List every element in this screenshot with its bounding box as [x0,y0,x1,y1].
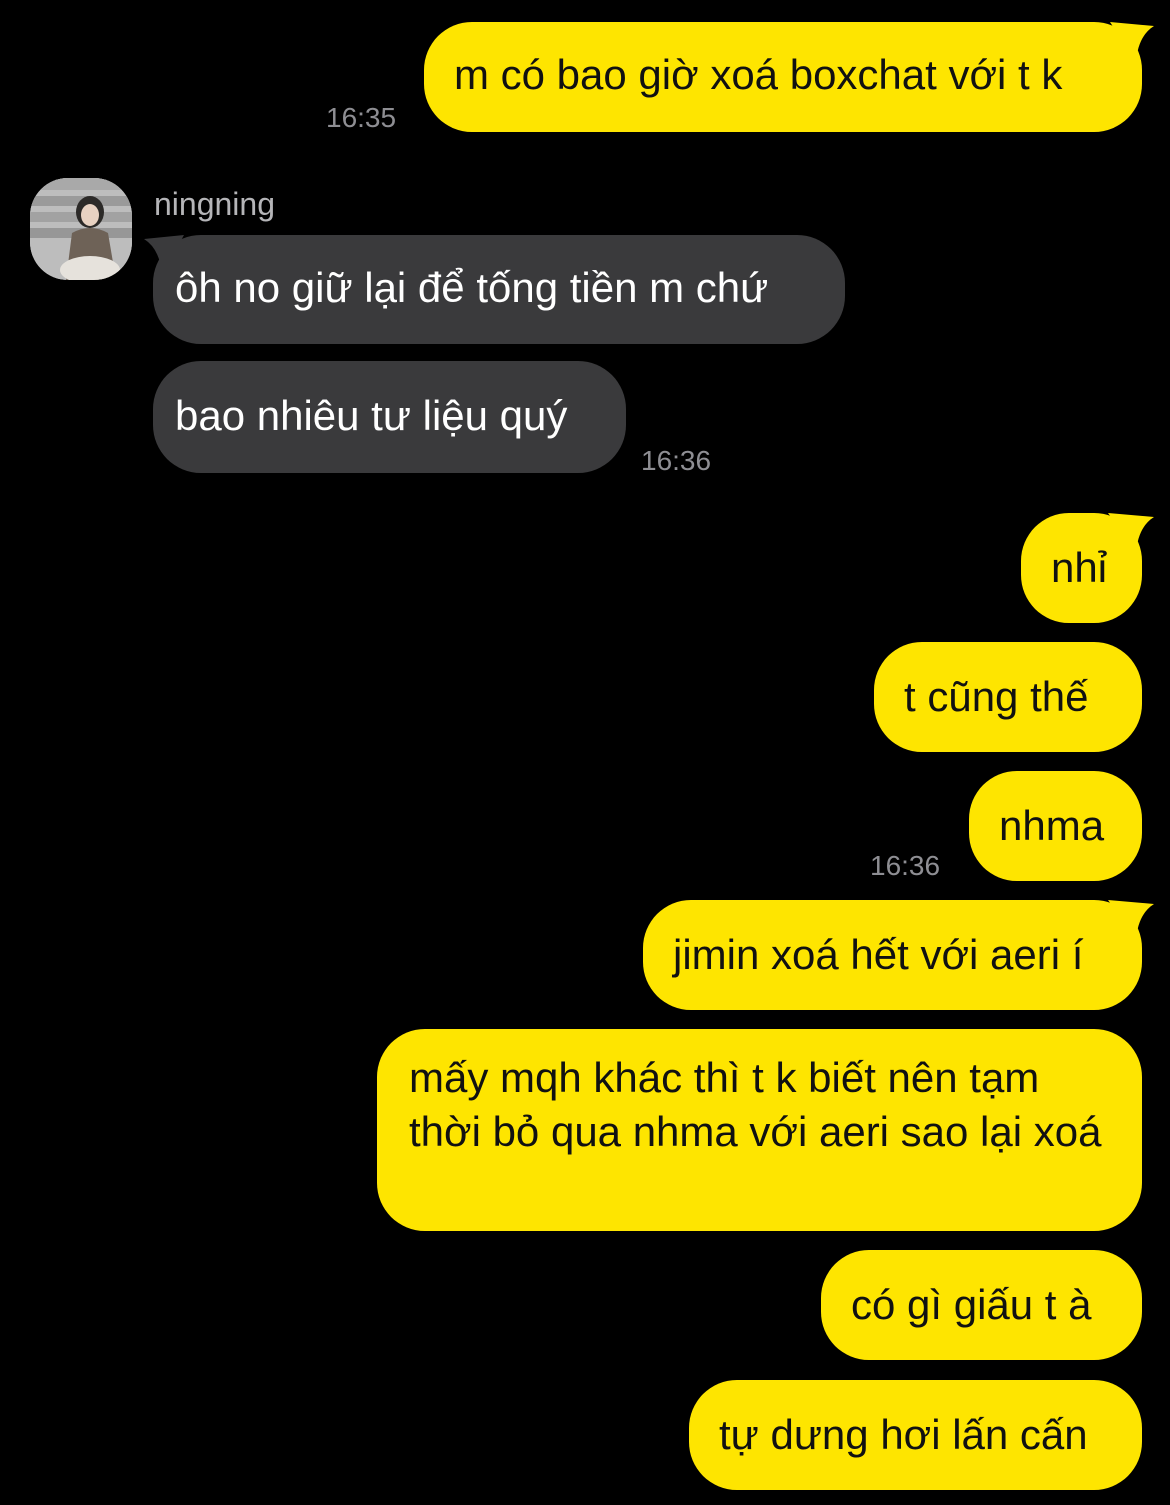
outgoing-message[interactable]: t cũng thế [874,642,1142,752]
sender-name: ningning [154,186,275,222]
outgoing-message[interactable]: mấy mqh khác thì t k biết nên tạm thời b… [377,1029,1142,1231]
bubble-tail [1108,900,1154,940]
profile-photo-icon [30,178,132,280]
message-timestamp: 16:36 [641,445,712,476]
outgoing-message[interactable]: nhma [969,771,1142,881]
message-text: tự dưng hơi lấn cấn [719,1411,1088,1458]
message-text: mấy mqh khác thì t k biết nên tạm thời b… [409,1054,1102,1155]
message-text: ôh no giữ lại để tống tiền m chứ [175,264,769,311]
outgoing-message[interactable]: jimin xoá hết với aeri í [643,900,1142,1010]
avatar[interactable] [30,178,132,280]
bubble-tail [1108,513,1154,553]
message-text: t cũng thế [904,673,1089,720]
message-text: nhỉ [1051,544,1108,591]
bubble-tail [144,235,184,275]
message-timestamp: 16:36 [870,850,941,881]
outgoing-message[interactable]: m có bao giờ xoá boxchat với t k [424,22,1142,132]
outgoing-message[interactable]: có gì giấu t à [821,1250,1142,1360]
message-text: có gì giấu t à [851,1281,1092,1328]
bubble-tail [1110,22,1154,62]
message-text: nhma [999,802,1105,849]
message-text: m có bao giờ xoá boxchat với t k [454,51,1063,98]
outgoing-message[interactable]: tự dưng hơi lấn cấn [689,1380,1142,1490]
message-text: jimin xoá hết với aeri í [673,931,1084,978]
incoming-message[interactable]: ôh no giữ lại để tống tiền m chứ [153,235,845,344]
incoming-message[interactable]: bao nhiêu tư liệu quý [153,361,626,473]
message-text: bao nhiêu tư liệu quý [175,392,568,439]
message-timestamp: 16:35 [326,102,397,133]
